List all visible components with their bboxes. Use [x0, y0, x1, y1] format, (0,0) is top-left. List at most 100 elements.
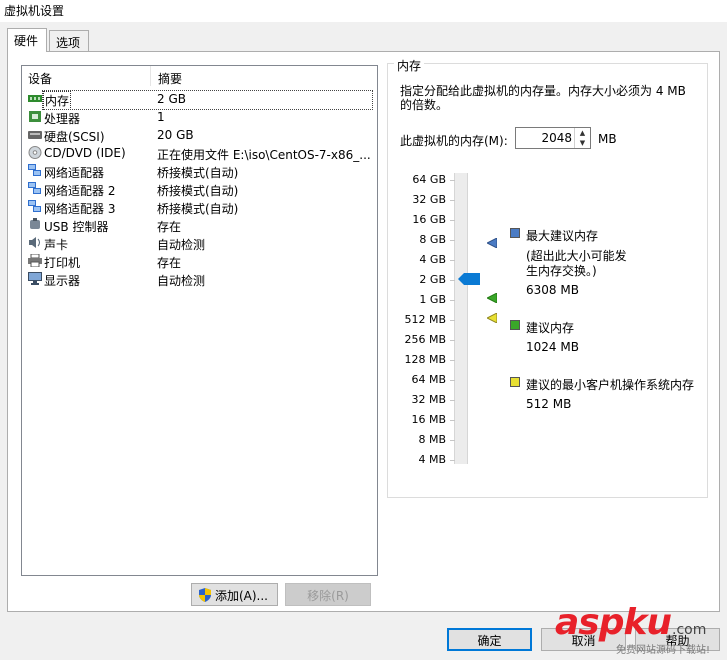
- sound-card-icon: [28, 236, 42, 249]
- memory-scale-label: 256 MB: [404, 333, 446, 346]
- window-title: 虚拟机设置: [0, 0, 727, 22]
- network-adapter-icon: [28, 182, 42, 195]
- max-recommended-title: 最大建议内存: [526, 229, 599, 243]
- memory-scale-label: 4 MB: [418, 453, 446, 466]
- max-recommended-legend-icon: [510, 228, 520, 238]
- add-device-button[interactable]: 添加(A)...: [191, 583, 278, 606]
- add-button-label: 添加(A)...: [214, 589, 269, 603]
- device-row[interactable]: 硬盘(SCSI) 20 GB: [22, 126, 377, 144]
- column-header-summary[interactable]: 摘要: [158, 70, 182, 87]
- memory-scale-tick: [450, 360, 455, 361]
- device-list-header: 设备 摘要: [22, 66, 377, 86]
- device-row[interactable]: 显示器 自动检测: [22, 270, 377, 288]
- device-summary: 2 GB: [157, 92, 186, 106]
- device-row[interactable]: 声卡 自动检测: [22, 234, 377, 252]
- spinner-arrows[interactable]: ▲ ▼: [574, 128, 590, 148]
- device-row[interactable]: 网络适配器 2 桥接模式(自动): [22, 180, 377, 198]
- min-guest-legend-icon: [510, 377, 520, 387]
- min-guest-title: 建议的最小客户机操作系统内存: [526, 378, 695, 392]
- memory-scale-label: 512 MB: [404, 313, 446, 326]
- recommended-legend-icon: [510, 320, 520, 330]
- memory-scale-tick: [450, 400, 455, 401]
- device-name: 网络适配器: [44, 166, 105, 180]
- spin-up-icon[interactable]: ▲: [575, 128, 590, 138]
- device-row[interactable]: 网络适配器 3 桥接模式(自动): [22, 198, 377, 216]
- tab-hardware[interactable]: 硬件: [7, 28, 47, 52]
- memory-scale-label: 8 MB: [418, 433, 446, 446]
- max-recommended-note: (超出此大小可能发生内存交换。): [526, 249, 627, 278]
- memory-scale-label: 64 GB: [412, 173, 446, 186]
- memory-scale-label: 32 MB: [411, 393, 446, 406]
- memory-scale-tick: [450, 440, 455, 441]
- memory-amount-label: 此虚拟机的内存(M):: [400, 134, 508, 148]
- max-recommended-value: 6308 MB: [526, 283, 579, 297]
- memory-scale-label: 64 MB: [411, 373, 446, 386]
- min-guest-value: 512 MB: [526, 397, 572, 411]
- memory-scale-tick: [450, 200, 455, 201]
- memory-amount-spinner[interactable]: 2048 ▲ ▼: [515, 127, 591, 149]
- memory-slider-track[interactable]: [454, 173, 468, 464]
- min-guest-marker-icon: [487, 313, 497, 323]
- device-row[interactable]: USB 控制器 存在: [22, 216, 377, 234]
- memory-scale-label: 32 GB: [412, 193, 446, 206]
- device-summary: 1: [157, 110, 165, 124]
- memory-amount-input[interactable]: 2048: [541, 131, 572, 145]
- recommended-title: 建议内存: [526, 321, 575, 335]
- hard-disk-icon: [28, 128, 42, 141]
- max-recommended-marker-icon: [487, 238, 497, 248]
- device-name: 声卡: [44, 238, 69, 252]
- memory-scale-tick: [450, 280, 455, 281]
- device-summary: 自动检测: [157, 238, 206, 252]
- device-name: USB 控制器: [44, 220, 109, 234]
- memory-description: 指定分配给此虚拟机的内存量。内存大小必须为 4 MB 的倍数。: [400, 84, 686, 112]
- tab-options[interactable]: 选项: [49, 30, 89, 52]
- memory-scale-tick: [450, 240, 455, 241]
- column-header-device[interactable]: 设备: [28, 70, 52, 87]
- memory-scale-tick: [450, 380, 455, 381]
- hardware-panel: 设备 摘要 内存 2 GB 处理器 1 硬盘(SCSI) 20 GB CD/DVD (IDE…: [7, 51, 720, 612]
- recommended-value: 1024 MB: [526, 340, 579, 354]
- watermark-tagline: 免费网站源码下载站!: [616, 645, 711, 656]
- memory-scale-tick: [450, 340, 455, 341]
- recommended-marker-icon: [487, 293, 497, 303]
- memory-icon: [28, 92, 42, 105]
- memory-scale-label: 128 MB: [404, 353, 446, 366]
- watermark-com: .com: [672, 622, 707, 638]
- device-row[interactable]: 打印机 存在: [22, 252, 377, 270]
- device-summary: 存在: [157, 256, 182, 270]
- device-summary: 存在: [157, 220, 182, 234]
- device-row[interactable]: 处理器 1: [22, 108, 377, 126]
- memory-scale-tick: [450, 220, 455, 221]
- device-summary: 自动检测: [157, 274, 206, 288]
- memory-scale-label: 1 GB: [419, 293, 446, 306]
- device-list[interactable]: 设备 摘要 内存 2 GB 处理器 1 硬盘(SCSI) 20 GB CD/DVD (IDE…: [21, 65, 378, 576]
- device-name: 网络适配器 2: [44, 184, 116, 198]
- memory-scale-tick: [450, 260, 455, 261]
- printer-icon: [28, 253, 42, 268]
- device-row[interactable]: CD/DVD (IDE) 正在使用文件 E:\iso\CentOS-7-x86_.…: [22, 144, 377, 162]
- device-summary: 桥接模式(自动): [157, 166, 239, 180]
- usb-icon: [28, 218, 42, 231]
- device-summary: 正在使用文件 E:\iso\CentOS-7-x86_...: [157, 148, 371, 162]
- memory-slider-thumb[interactable]: [458, 273, 480, 285]
- device-row[interactable]: 内存 2 GB: [22, 90, 377, 110]
- shield-icon: [199, 588, 211, 602]
- memory-unit: MB: [598, 132, 617, 146]
- device-name: 内存: [42, 91, 72, 110]
- device-summary: 20 GB: [157, 128, 194, 142]
- device-name: CD/DVD (IDE): [44, 146, 126, 160]
- memory-scale-label: 16 MB: [411, 413, 446, 426]
- device-name: 硬盘(SCSI): [44, 130, 105, 144]
- memory-scale-tick: [450, 300, 455, 301]
- memory-scale-label: 4 GB: [419, 253, 446, 266]
- device-row[interactable]: 网络适配器 桥接模式(自动): [22, 162, 377, 180]
- spin-down-icon[interactable]: ▼: [575, 138, 590, 148]
- cd-dvd-icon: [28, 146, 42, 159]
- remove-device-button[interactable]: 移除(R): [285, 583, 371, 606]
- watermark-logo: aspku: [555, 602, 672, 643]
- memory-scale-tick: [450, 320, 455, 321]
- column-divider[interactable]: [150, 66, 151, 86]
- ok-button[interactable]: 确定: [447, 628, 532, 651]
- device-summary: 桥接模式(自动): [157, 184, 239, 198]
- network-adapter-icon: [28, 164, 42, 177]
